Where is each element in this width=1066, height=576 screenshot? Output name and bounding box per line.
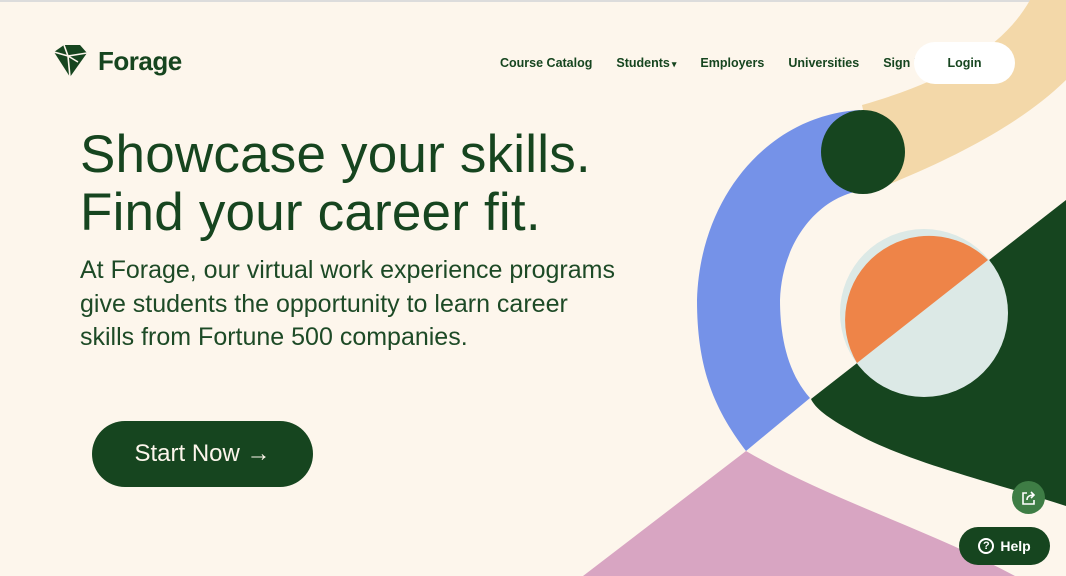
- share-button[interactable]: [1012, 481, 1045, 514]
- hero-description: At Forage, our virtual work experience p…: [80, 256, 615, 351]
- brand-name: Forage: [98, 45, 182, 76]
- nav-students[interactable]: Students ▾: [616, 56, 676, 70]
- nav-employers[interactable]: Employers: [700, 56, 764, 70]
- login-button[interactable]: Login: [914, 42, 1015, 84]
- help-icon: ?: [978, 538, 995, 554]
- nav-universities[interactable]: Universities: [788, 56, 859, 70]
- main-navigation: Course Catalog Students ▾ Employers Unive…: [500, 42, 954, 84]
- nav-course-catalog[interactable]: Course Catalog: [500, 56, 592, 70]
- hero-headline: Showcase your skills. Find your career f…: [80, 126, 591, 242]
- green-circle-shape: [821, 110, 905, 194]
- help-label: Help: [1000, 538, 1031, 554]
- help-button[interactable]: ? Help: [959, 527, 1050, 565]
- brand-logo[interactable]: Forage: [52, 44, 182, 78]
- headline-line-2: Find your career fit.: [80, 183, 541, 242]
- start-now-button[interactable]: Start Now →: [92, 421, 313, 487]
- chevron-down-icon: ▾: [671, 59, 677, 69]
- headline-line-1: Showcase your skills.: [80, 125, 591, 184]
- share-icon: [1021, 490, 1035, 505]
- nav-students-label: Students: [616, 56, 670, 70]
- forage-leaf-icon: [53, 44, 88, 78]
